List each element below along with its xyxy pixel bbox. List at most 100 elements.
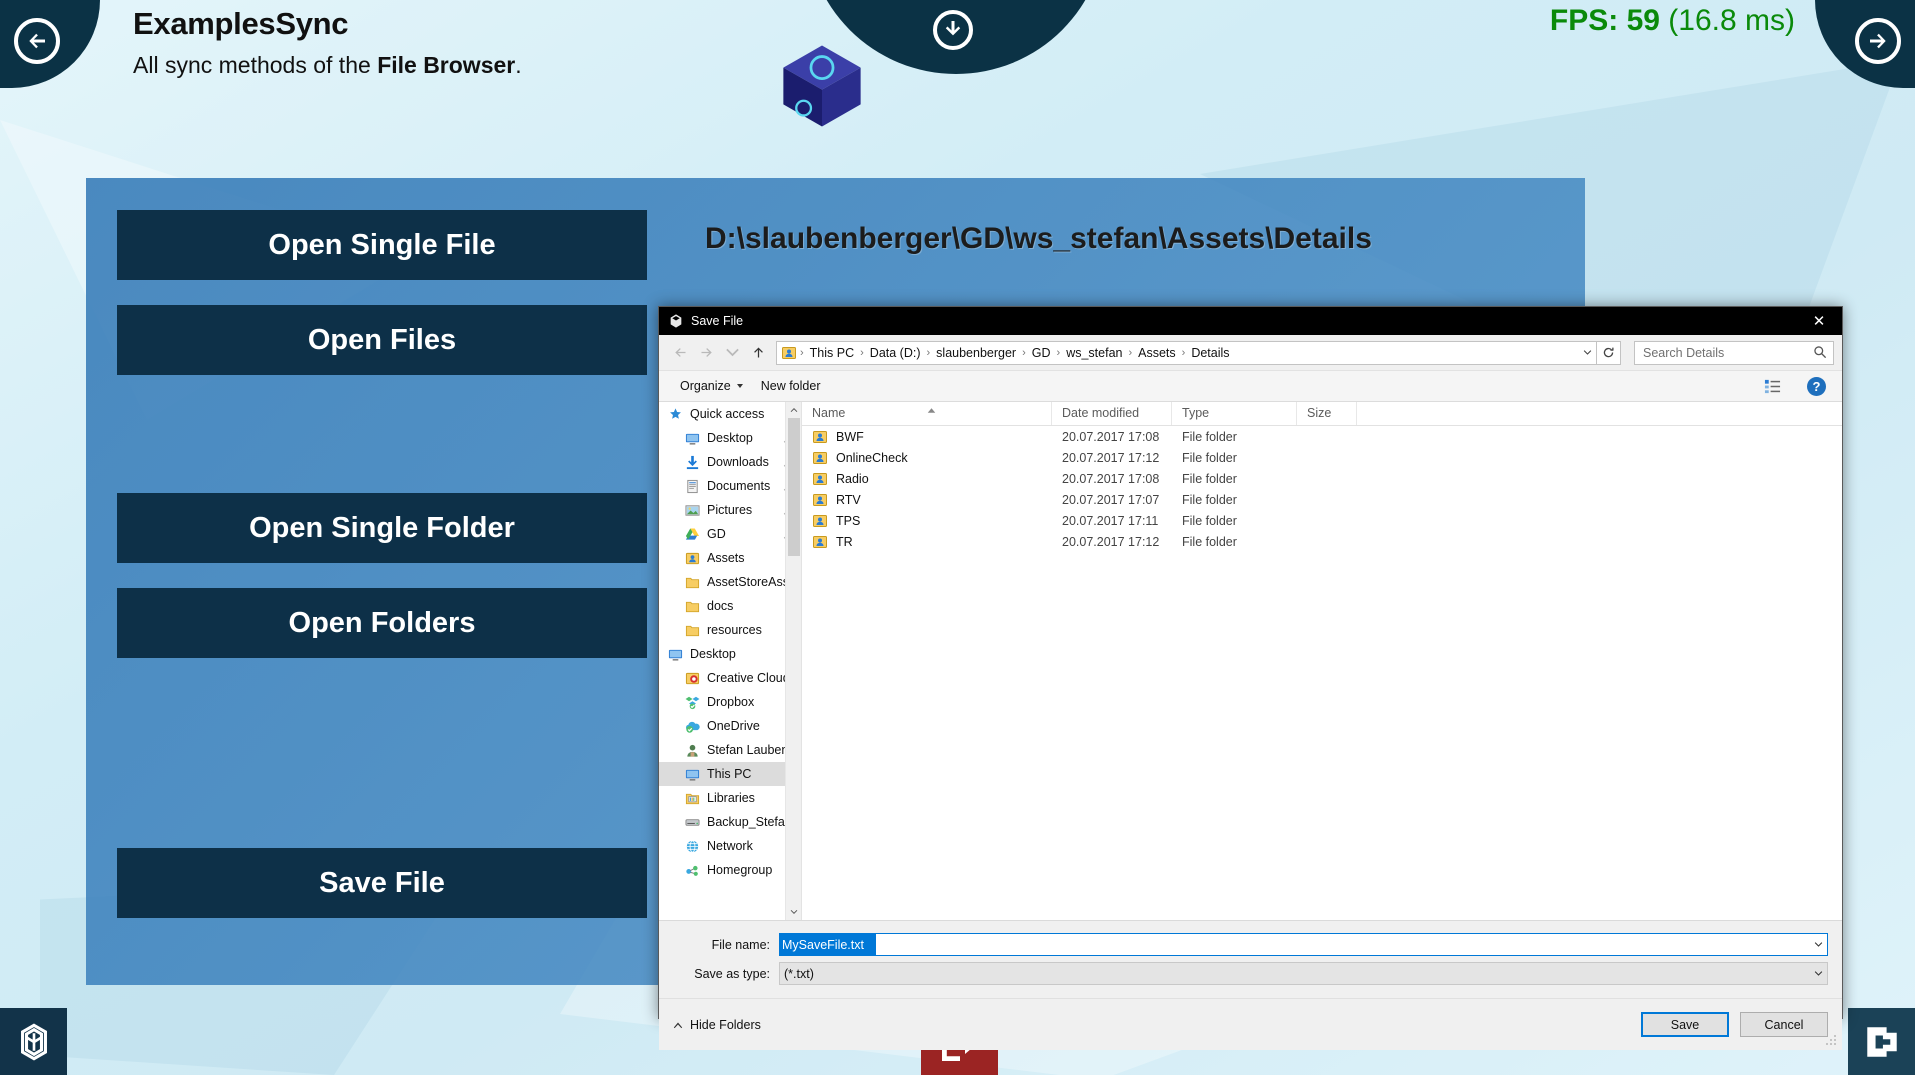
chevron-up-icon — [790, 408, 797, 412]
new-folder-label: New folder — [760, 379, 821, 393]
dialog-body: Quick access Desktop Downloads Documents Pic… — [659, 402, 1842, 920]
hide-folders-label: Hide Folders — [690, 1017, 761, 1032]
save-file-button[interactable]: Save File — [117, 848, 647, 918]
tree-item-quick-access[interactable]: Quick access — [659, 402, 801, 426]
breadcrumb-item-details[interactable]: Details — [1186, 346, 1234, 360]
breadcrumb-item-slaubenberger[interactable]: slaubenberger — [931, 346, 1021, 360]
refresh-button[interactable] — [1597, 340, 1621, 365]
navigation-bar: › This PC › Data (D:) › slaubenberger › … — [659, 335, 1842, 370]
search-box[interactable] — [1634, 340, 1834, 365]
tree-item-downloads[interactable]: Downloads — [659, 450, 801, 474]
onedrive-icon — [686, 721, 700, 733]
file-row[interactable]: BWF 20.07.2017 17:08 File folder — [802, 426, 1842, 447]
tree-item-homegroup[interactable]: Homegroup — [659, 858, 801, 882]
file-row[interactable]: Radio 20.07.2017 17:08 File folder — [802, 468, 1842, 489]
forward-button[interactable] — [693, 340, 719, 366]
dialog-titlebar[interactable]: Save File ✕ — [659, 307, 1842, 335]
resize-grip-icon[interactable] — [1826, 1035, 1838, 1047]
scroll-down-button[interactable] — [786, 904, 801, 920]
tree-item-network[interactable]: Network — [659, 834, 801, 858]
savetype-dropdown-button[interactable] — [1810, 963, 1827, 984]
file-row[interactable]: OnlineCheck 20.07.2017 17:12 File folder — [802, 447, 1842, 468]
recent-locations-button[interactable] — [719, 340, 745, 366]
sort-ascending-icon — [927, 403, 936, 413]
breadcrumb-item-ws-stefan[interactable]: ws_stefan — [1061, 346, 1127, 360]
tree-item-backup-stefan-f[interactable]: Backup_Stefan_F — [659, 810, 801, 834]
breadcrumb[interactable]: › This PC › Data (D:) › slaubenberger › … — [776, 340, 1597, 365]
previous-example-button[interactable] — [14, 18, 60, 64]
hide-folders-button[interactable]: Hide Folders — [673, 1018, 761, 1032]
tree-item-onedrive[interactable]: OneDrive — [659, 714, 801, 738]
column-header-type[interactable]: Type — [1172, 402, 1297, 425]
filename-combobox[interactable] — [779, 933, 1828, 956]
tree-item-pictures[interactable]: Pictures — [659, 498, 801, 522]
open-files-button[interactable]: Open Files — [117, 305, 647, 375]
filename-input-remainder[interactable] — [876, 934, 1810, 955]
column-header-date-modified[interactable]: Date modified — [1052, 402, 1172, 425]
unity-logo — [0, 1008, 67, 1075]
pictures-icon — [685, 504, 700, 516]
unity-logo-icon — [20, 1023, 47, 1060]
tree-item-assetstoreassete[interactable]: AssetStoreAssetE — [659, 570, 801, 594]
tree-item-label: resources — [707, 623, 762, 637]
column-header-name[interactable]: Name — [802, 402, 1052, 425]
column-label-date: Date modified — [1062, 406, 1140, 420]
file-date-modified: 20.07.2017 17:07 — [1062, 492, 1160, 507]
file-row[interactable]: RTV 20.07.2017 17:07 File folder — [802, 489, 1842, 510]
breadcrumb-item-gd[interactable]: GD — [1027, 346, 1056, 360]
filename-dropdown-button[interactable] — [1810, 934, 1827, 955]
up-one-level-button[interactable] — [745, 340, 771, 366]
column-header-size[interactable]: Size — [1297, 402, 1357, 425]
tree-item-libraries[interactable]: Libraries — [659, 786, 801, 810]
new-folder-button[interactable]: New folder — [752, 375, 830, 397]
breadcrumb-item-assets[interactable]: Assets — [1133, 346, 1181, 360]
next-example-button[interactable] — [1855, 18, 1901, 64]
change-view-button[interactable] — [1758, 374, 1793, 399]
close-icon[interactable]: ✕ — [1796, 307, 1842, 335]
open-single-file-button[interactable]: Open Single File — [117, 210, 647, 280]
tree-item-stefan-laubenbe[interactable]: Stefan Laubenbe — [659, 738, 801, 762]
savetype-combobox[interactable]: (*.txt) — [779, 962, 1828, 985]
tree-item-documents[interactable]: Documents — [659, 474, 801, 498]
tree-scrollbar[interactable] — [785, 402, 801, 920]
frame-time-value: (16.8 ms) — [1668, 4, 1795, 37]
file-row[interactable]: TPS 20.07.2017 17:11 File folder — [802, 510, 1842, 531]
file-date-modified: 20.07.2017 17:11 — [1062, 513, 1159, 528]
subtitle-pre: All sync methods of the — [133, 52, 378, 78]
save-button[interactable]: Save — [1641, 1012, 1729, 1037]
file-row[interactable]: TR 20.07.2017 17:12 File folder — [802, 531, 1842, 552]
tree-scrollbar-thumb[interactable] — [788, 418, 800, 556]
file-type: File folder — [1182, 492, 1237, 507]
tree-item-assets[interactable]: Assets — [659, 546, 801, 570]
organize-menu-button[interactable]: Organize — [671, 375, 752, 397]
header-title-block: ExamplesSync All sync methods of the Fil… — [133, 4, 522, 80]
download-button[interactable] — [933, 10, 973, 50]
tree-item-docs[interactable]: docs — [659, 594, 801, 618]
cancel-button[interactable]: Cancel — [1740, 1012, 1828, 1037]
folder-user-icon — [812, 534, 828, 550]
file-type: File folder — [1182, 513, 1237, 528]
command-bar: Organize New folder ? — [659, 370, 1842, 402]
file-type: File folder — [1182, 429, 1237, 444]
tree-item-creative-cloud-f[interactable]: Creative Cloud F — [659, 666, 801, 690]
user-icon — [687, 744, 698, 757]
scroll-up-button[interactable] — [786, 402, 801, 418]
breadcrumb-item-this-pc[interactable]: This PC — [805, 346, 859, 360]
filename-input[interactable] — [780, 934, 876, 955]
open-folders-button[interactable]: Open Folders — [117, 588, 647, 658]
open-single-folder-button[interactable]: Open Single Folder — [117, 493, 647, 563]
footer-buttons: Save Cancel — [1641, 1012, 1828, 1037]
homegroup-icon — [684, 862, 701, 879]
tree-item-this-pc[interactable]: This PC — [659, 762, 801, 786]
tree-item-desktop[interactable]: Desktop — [659, 642, 801, 666]
tree-item-desktop[interactable]: Desktop — [659, 426, 801, 450]
folder-user-icon — [813, 535, 827, 548]
help-icon[interactable]: ? — [1807, 376, 1826, 396]
back-button[interactable] — [667, 340, 693, 366]
tree-item-resources[interactable]: resources — [659, 618, 801, 642]
search-input[interactable] — [1643, 345, 1813, 360]
breadcrumb-dropdown-button[interactable] — [1578, 342, 1596, 364]
tree-item-gd[interactable]: GD — [659, 522, 801, 546]
breadcrumb-item-data-d[interactable]: Data (D:) — [865, 346, 926, 360]
tree-item-dropbox[interactable]: Dropbox — [659, 690, 801, 714]
